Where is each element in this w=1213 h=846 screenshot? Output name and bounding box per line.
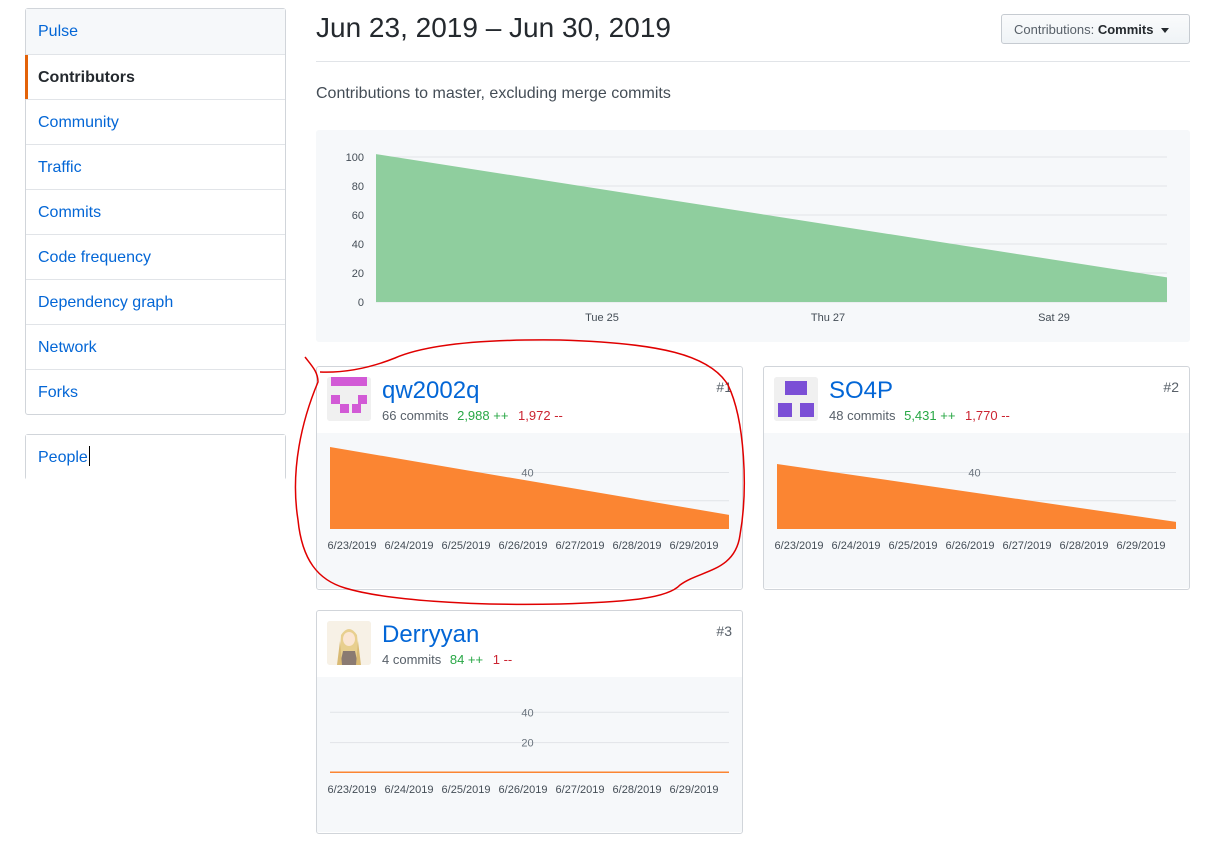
divider <box>316 61 1190 62</box>
page-title: Jun 23, 2019 – Jun 30, 2019 <box>316 12 671 43</box>
x-tick-label: 6/25/2019 <box>889 540 938 552</box>
people-label: People <box>38 449 88 466</box>
x-tick-label: 6/23/2019 <box>775 540 824 552</box>
y-tick-label: 100 <box>346 152 364 164</box>
x-tick-label: Tue 25 <box>585 312 619 324</box>
contributor-login[interactable]: SO4P <box>829 377 893 405</box>
contributor-rank: #1 <box>716 379 732 395</box>
contributor-stats: 4 commits 84 ++ 1 -- <box>382 652 512 667</box>
deletions-count: 1 -- <box>492 652 513 667</box>
commits-area <box>376 154 1167 302</box>
y-tick-label: 40 <box>521 707 533 719</box>
additions-count: 84 ++ <box>449 652 484 667</box>
overview-chart-svg: 0 20 40 60 80 100 Tue 25 Thu 27 Sat 29 <box>346 152 1167 324</box>
contributors-page: Pulse Contributors Community Traffic Com… <box>0 0 1213 846</box>
sidebar-item-network[interactable]: Network <box>26 324 285 369</box>
x-tick-label: 6/24/2019 <box>832 540 881 552</box>
y-tick-label: 40 <box>968 467 980 479</box>
deletions-count: 1,770 -- <box>965 408 1010 423</box>
x-tick-label: 6/25/2019 <box>442 540 491 552</box>
y-tick-label: 40 <box>352 239 364 251</box>
x-tick-label: 6/23/2019 <box>328 540 377 552</box>
contributor-login[interactable]: Derryyan <box>382 621 479 649</box>
contributor-card-1: qw2002q 66 commits 2,988 ++ 1,972 -- #1 … <box>316 366 743 590</box>
contributor-area <box>330 771 729 773</box>
contributor-chart: 40 6/23/2019 6/24/2019 6/25/2019 6/26/2019 6/… <box>764 433 1189 588</box>
x-tick-label: 6/27/2019 <box>556 784 605 796</box>
y-tick-label: 40 <box>521 467 533 479</box>
sidebar-item-forks[interactable]: Forks <box>26 369 285 414</box>
anime-avatar-icon[interactable] <box>327 621 371 665</box>
page-subtitle: Contributions to master, excluding merge… <box>316 85 671 102</box>
sidebar-item-people[interactable]: People <box>26 435 285 480</box>
x-tick-label: 6/23/2019 <box>328 784 377 796</box>
contributor-header: Derryyan 4 commits 84 ++ 1 -- #3 <box>317 611 742 677</box>
x-tick-label: Thu 27 <box>811 312 845 324</box>
x-tick-label: 6/26/2019 <box>946 540 995 552</box>
x-tick-label: 6/27/2019 <box>556 540 605 552</box>
contributor-chart-svg: 20 40 6/23/2019 6/24/2019 6/25/2019 6/26/2019… <box>328 707 729 796</box>
identicon-pink-icon[interactable] <box>327 377 371 421</box>
contributor-chart: 20 40 6/23/2019 6/24/2019 6/25/2019 6/26/2019… <box>317 677 742 832</box>
x-tick-label: 6/26/2019 <box>499 784 548 796</box>
additions-count: 2,988 ++ <box>457 408 509 423</box>
contributor-chart: 40 6/23/2019 6/24/2019 6/25/2019 6/26/2019 6/… <box>317 433 742 588</box>
insights-sidebar: Pulse Contributors Community Traffic Com… <box>25 8 286 415</box>
y-tick-label: 60 <box>352 210 364 222</box>
x-tick-label: 6/27/2019 <box>1003 540 1052 552</box>
text-cursor <box>88 446 90 467</box>
x-tick-label: 6/26/2019 <box>499 540 548 552</box>
x-tick-label: 6/28/2019 <box>613 540 662 552</box>
contributor-login[interactable]: qw2002q <box>382 377 479 405</box>
sidebar-item-community[interactable]: Community <box>26 99 285 144</box>
contributor-rank: #2 <box>1163 379 1179 395</box>
identicon-purple-icon[interactable] <box>774 377 818 421</box>
x-tick-label: 6/24/2019 <box>385 784 434 796</box>
contributor-header: SO4P 48 commits 5,431 ++ 1,770 -- #2 <box>764 367 1189 433</box>
contributor-stats: 48 commits 5,431 ++ 1,770 -- <box>829 408 1010 423</box>
commits-overview-chart: 0 20 40 60 80 100 Tue 25 Thu 27 Sat 29 <box>316 130 1190 342</box>
y-tick-label: 20 <box>352 268 364 280</box>
commit-count: 4 commits <box>382 652 442 667</box>
sidebar-item-traffic[interactable]: Traffic <box>26 144 285 189</box>
sidebar-item-code-frequency[interactable]: Code frequency <box>26 234 285 279</box>
x-tick-label: 6/28/2019 <box>1060 540 1109 552</box>
sidebar-item-pulse[interactable]: Pulse <box>26 9 285 54</box>
contributions-type-select[interactable]: Contributions: Commits <box>1001 14 1190 44</box>
chevron-down-icon <box>1161 28 1170 34</box>
sidebar-item-commits[interactable]: Commits <box>26 189 285 234</box>
people-menu: People <box>25 434 286 480</box>
contributor-rank: #3 <box>716 623 732 639</box>
y-tick-label: 20 <box>521 738 533 750</box>
x-tick-label: Sat 29 <box>1038 312 1070 324</box>
commit-count: 66 commits <box>382 408 449 423</box>
contributor-chart-svg: 40 6/23/2019 6/24/2019 6/25/2019 6/26/2019 6/… <box>775 463 1176 552</box>
x-tick-label: 6/29/2019 <box>670 540 719 552</box>
x-tick-label: 6/24/2019 <box>385 540 434 552</box>
commit-count: 48 commits <box>829 408 896 423</box>
contributor-area <box>330 447 729 529</box>
x-tick-label: 6/28/2019 <box>613 784 662 796</box>
x-tick-label: 6/29/2019 <box>1117 540 1166 552</box>
contributor-card-2: SO4P 48 commits 5,431 ++ 1,770 -- #2 40 6… <box>763 366 1190 590</box>
deletions-count: 1,972 -- <box>518 408 563 423</box>
x-tick-label: 6/29/2019 <box>670 784 719 796</box>
y-tick-label: 80 <box>352 181 364 193</box>
contributor-chart-svg: 40 6/23/2019 6/24/2019 6/25/2019 6/26/2019 6/… <box>328 447 729 552</box>
contributor-card-3: Derryyan 4 commits 84 ++ 1 -- #3 20 40 6/2… <box>316 610 743 834</box>
sidebar-item-dependency-graph[interactable]: Dependency graph <box>26 279 285 324</box>
sidebar-item-contributors[interactable]: Contributors <box>25 54 285 99</box>
contributor-header: qw2002q 66 commits 2,988 ++ 1,972 -- #1 <box>317 367 742 433</box>
y-tick-label: 0 <box>358 297 364 309</box>
select-prefix: Contributions: <box>1014 22 1095 37</box>
select-value: Commits <box>1097 22 1154 37</box>
contributor-stats: 66 commits 2,988 ++ 1,972 -- <box>382 408 563 423</box>
additions-count: 5,431 ++ <box>904 408 956 423</box>
x-tick-label: 6/25/2019 <box>442 784 491 796</box>
